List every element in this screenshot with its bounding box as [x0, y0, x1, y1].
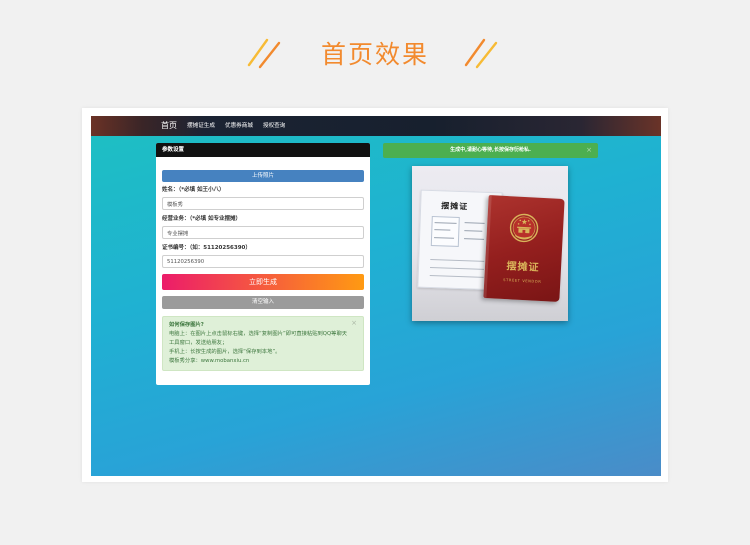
- name-input[interactable]: [162, 197, 364, 210]
- card-text-line: [464, 238, 485, 240]
- settings-panel: 参数设置 上传照片 姓名：（*必填 如王小八） 经营业务：（*必填 如专业摆摊）…: [156, 143, 370, 385]
- certificate-preview-image: 摆摊证 摆摊证 STREET VENDOR: [412, 166, 568, 321]
- clear-button[interactable]: 清空输入: [162, 296, 364, 309]
- certificate-number-label: 证书编号：（如：51120256390）: [162, 245, 251, 251]
- certificate-booklet: 摆摊证 STREET VENDOR: [483, 195, 565, 302]
- slash-decoration-icon: [247, 38, 281, 69]
- nav-item-coupons[interactable]: 优惠券商城: [225, 116, 253, 136]
- tip-title: 如何保存图片?: [169, 322, 204, 328]
- booklet-subtitle: STREET VENDOR: [503, 277, 542, 284]
- generate-button[interactable]: 立即生成: [162, 274, 364, 290]
- close-icon[interactable]: ×: [351, 319, 357, 328]
- upload-photo-button[interactable]: 上传照片: [162, 170, 364, 182]
- tip-line-share: 模板秀分享：www.mobanxiu.cn: [169, 358, 250, 364]
- card-text-line: [464, 222, 485, 224]
- tip-line-desktop: 电脑上：在图片上点击鼠标右键，选择“复制图片”即可直接粘贴到QQ等聊天工具窗口，…: [169, 331, 348, 346]
- card-photo-box: [430, 216, 460, 247]
- nav-item-generate[interactable]: 摆摊证生成: [187, 116, 215, 136]
- app-screenshot: 首页 摆摊证生成 优惠券商城 授权查询 参数设置 上传照片 姓名：（*必填 如王…: [91, 116, 661, 476]
- certificate-number-input[interactable]: [162, 255, 364, 268]
- slash-decoration-icon: [464, 38, 498, 69]
- top-nav: 首页 摆摊证生成 优惠券商城 授权查询: [91, 116, 661, 136]
- status-message: 生成中,请耐心等待,长按保存衍枪私. ×: [383, 143, 598, 158]
- card-text-line: [430, 258, 485, 262]
- business-label: 经营业务：（*必填 如专业摆摊）: [162, 216, 242, 222]
- card-title: 摆摊证: [441, 201, 469, 212]
- close-icon[interactable]: ×: [586, 143, 592, 158]
- name-label: 姓名：（*必填 如王小八）: [162, 187, 225, 193]
- page-heading: 首页效果: [320, 40, 429, 69]
- save-tip-alert: × 如何保存图片? 电脑上：在图片上点击鼠标右键，选择“复制图片”即可直接粘贴到…: [162, 316, 364, 371]
- nav-item-home[interactable]: 首页: [161, 116, 177, 136]
- emblem-icon: [509, 213, 539, 243]
- card-text-line: [464, 230, 483, 232]
- card-text-line: [429, 274, 484, 278]
- booklet-title: 摆摊证: [506, 261, 540, 274]
- business-input[interactable]: [162, 226, 364, 239]
- status-text: 生成中,请耐心等待,长按保存衍枪私.: [450, 147, 531, 153]
- panel-header: 参数设置: [156, 143, 370, 157]
- tip-line-mobile: 手机上：长按生成的图片，选择“保存到本地”。: [169, 349, 281, 355]
- nav-item-license[interactable]: 授权查询: [263, 116, 285, 136]
- card-text-line: [430, 266, 485, 270]
